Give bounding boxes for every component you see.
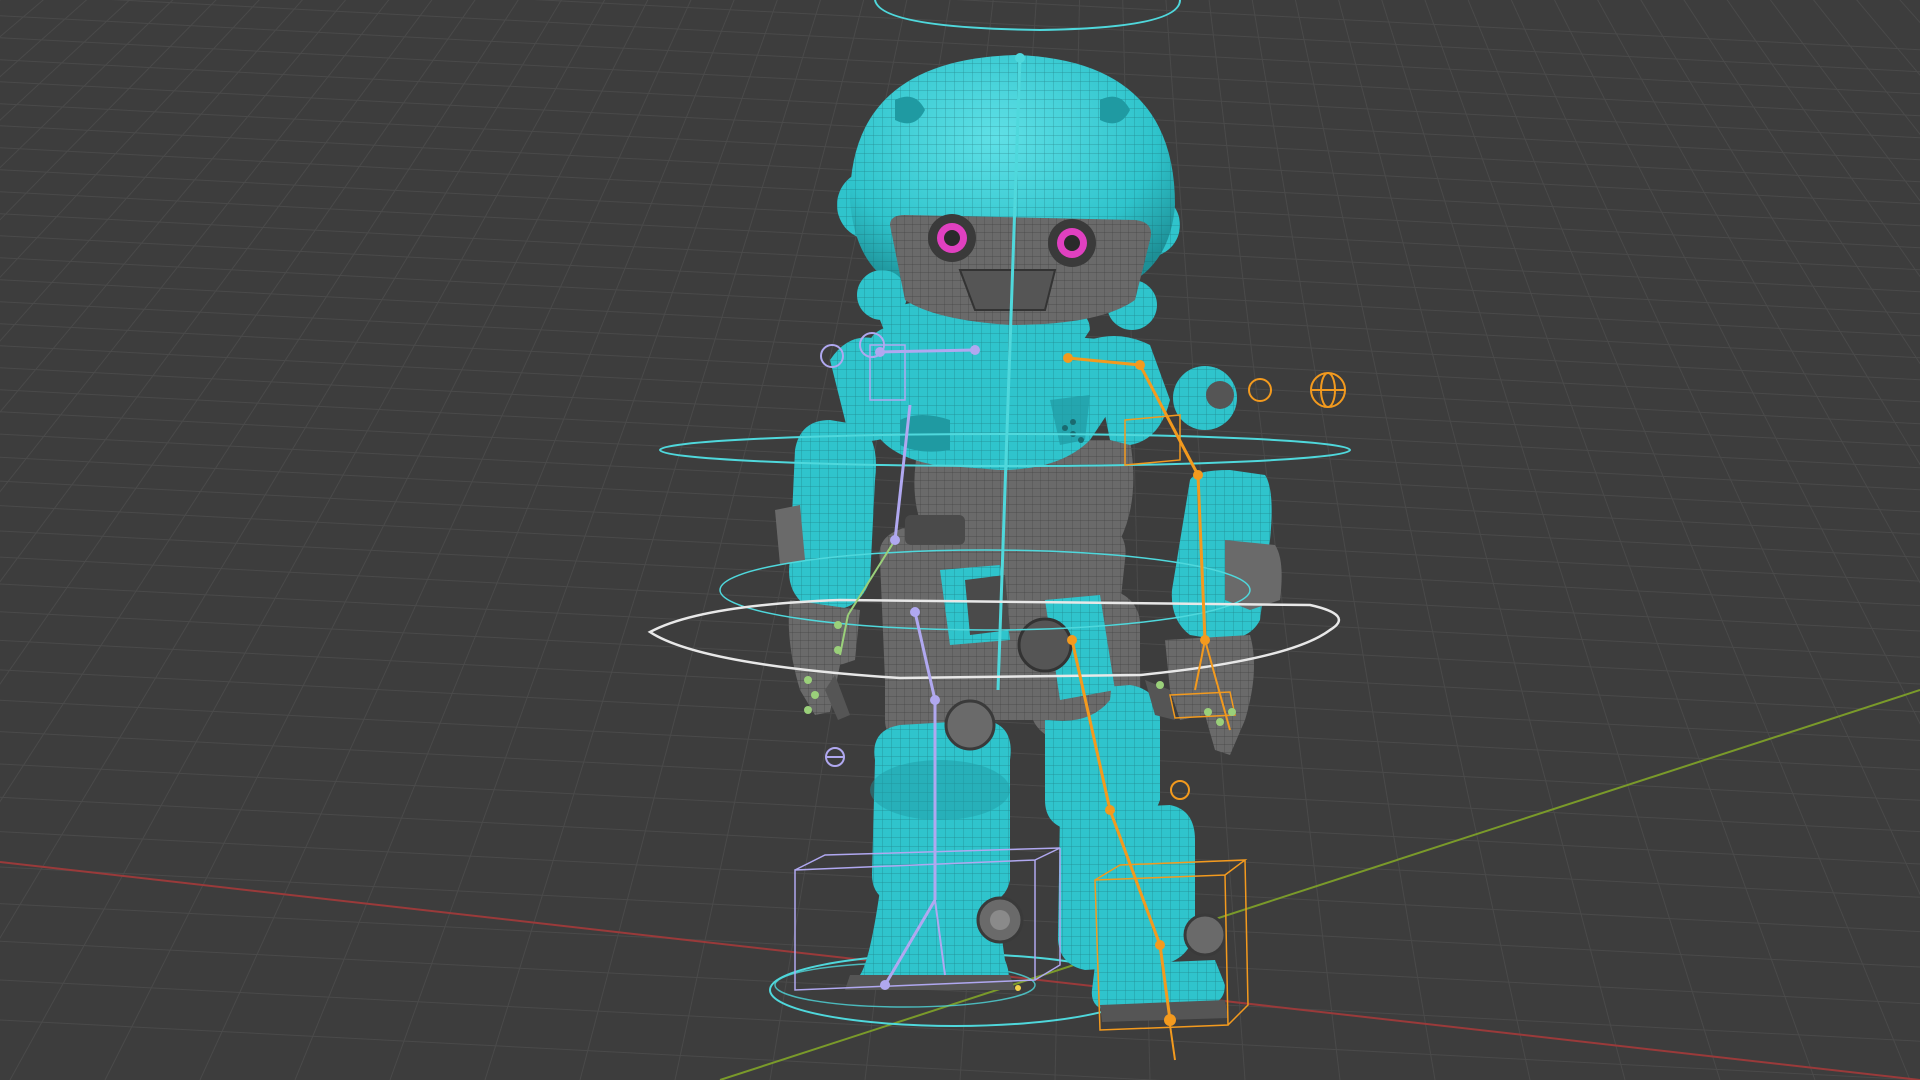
spine-bone-tip[interactable]	[1015, 53, 1025, 63]
origin-marker	[1015, 985, 1021, 991]
3d-viewport[interactable]	[0, 0, 1920, 1080]
viewport-scene[interactable]	[0, 0, 1920, 1080]
